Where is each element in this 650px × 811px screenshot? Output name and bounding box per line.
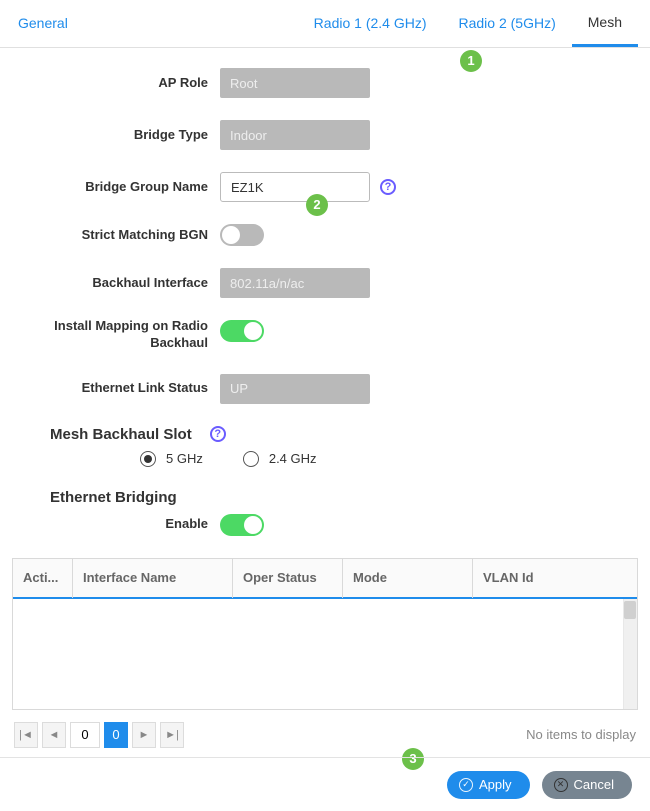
next-icon: ► [139, 729, 150, 741]
th-actions[interactable]: Acti... [13, 558, 73, 598]
pager-last-button[interactable]: ►| [160, 722, 184, 748]
install-mapping-toggle[interactable] [220, 320, 264, 342]
backhaul-interface-label: Backhaul Interface [20, 275, 220, 292]
radio-5ghz[interactable]: 5 GHz [140, 451, 203, 467]
table-body [13, 599, 637, 709]
bridge-group-name-input[interactable] [220, 172, 370, 202]
ethernet-bridging-header: Ethernet Bridging [50, 489, 630, 506]
apply-button-label: Apply [479, 777, 512, 792]
mesh-form: AP Role Root Bridge Type Indoor Bridge G… [0, 48, 650, 536]
bridge-group-name-label: Bridge Group Name [20, 179, 220, 196]
bridging-table: Acti... Interface Name Oper Status Mode … [12, 558, 638, 710]
cancel-button[interactable]: ✕ Cancel [542, 771, 632, 799]
radio-dot-icon [243, 451, 259, 467]
th-interface-name[interactable]: Interface Name [73, 558, 233, 598]
help-icon[interactable]: ? [380, 179, 396, 195]
mesh-backhaul-slot-header: Mesh Backhaul Slot ? [50, 426, 630, 443]
scrollbar-thumb-icon[interactable] [624, 601, 636, 619]
pager-row: |◄ ◄ 0 ► ►| No items to display [14, 718, 636, 752]
ethernet-bridging-enable-toggle[interactable] [220, 514, 264, 536]
ethernet-bridging-title: Ethernet Bridging [50, 489, 177, 506]
table-scrollbar[interactable] [623, 599, 637, 709]
callout-2: 2 [306, 194, 328, 216]
tab-general[interactable]: General [12, 0, 84, 47]
no-items-label: No items to display [526, 727, 636, 742]
pager-prev-button[interactable]: ◄ [42, 722, 66, 748]
pager-next-button[interactable]: ► [132, 722, 156, 748]
ethernet-link-status-field: UP [220, 374, 370, 404]
check-icon: ✓ [459, 778, 473, 792]
th-oper-status[interactable]: Oper Status [233, 558, 343, 598]
prev-icon: ◄ [49, 729, 60, 741]
ap-role-field: Root [220, 68, 370, 98]
mesh-backhaul-slot-radiogroup: 5 GHz 2.4 GHz [140, 451, 630, 467]
ethernet-link-status-label: Ethernet Link Status [20, 380, 220, 397]
cancel-button-label: Cancel [574, 777, 614, 792]
backhaul-interface-field: 802.11a/n/ac [220, 268, 370, 298]
tab-radio1[interactable]: Radio 1 (2.4 GHz) [298, 0, 443, 47]
pager-first-button[interactable]: |◄ [14, 722, 38, 748]
pager-current-page: 0 [104, 722, 128, 748]
table-header: Acti... Interface Name Oper Status Mode … [13, 559, 637, 599]
radio-dot-icon [140, 451, 156, 467]
help-icon[interactable]: ? [210, 426, 226, 442]
strict-matching-bgn-toggle[interactable] [220, 224, 264, 246]
pager-page-input[interactable] [70, 722, 100, 748]
radio-24ghz-label: 2.4 GHz [269, 451, 317, 466]
first-icon: |◄ [19, 729, 33, 741]
strict-matching-bgn-label: Strict Matching BGN [20, 227, 220, 244]
radio-24ghz[interactable]: 2.4 GHz [243, 451, 317, 467]
apply-button[interactable]: ✓ Apply [447, 771, 530, 799]
tab-mesh[interactable]: Mesh [572, 0, 638, 47]
last-icon: ►| [165, 729, 179, 741]
radio-5ghz-label: 5 GHz [166, 451, 203, 466]
ethernet-bridging-enable-label: Enable [20, 516, 220, 533]
callout-1: 1 [460, 50, 482, 72]
tab-bar: General Radio 1 (2.4 GHz) Radio 2 (5GHz)… [0, 0, 650, 48]
th-mode[interactable]: Mode [343, 558, 473, 598]
ap-role-label: AP Role [20, 75, 220, 92]
pager: |◄ ◄ 0 ► ►| [14, 722, 184, 748]
install-mapping-label: Install Mapping on Radio Backhaul [20, 318, 220, 352]
tab-radio2[interactable]: Radio 2 (5GHz) [443, 0, 572, 47]
footer: ✓ Apply ✕ Cancel [0, 757, 650, 811]
bridge-type-label: Bridge Type [20, 127, 220, 144]
mesh-backhaul-slot-title: Mesh Backhaul Slot [50, 426, 192, 443]
close-icon: ✕ [554, 778, 568, 792]
th-vlan-id[interactable]: VLAN Id [473, 558, 637, 598]
bridge-type-field: Indoor [220, 120, 370, 150]
